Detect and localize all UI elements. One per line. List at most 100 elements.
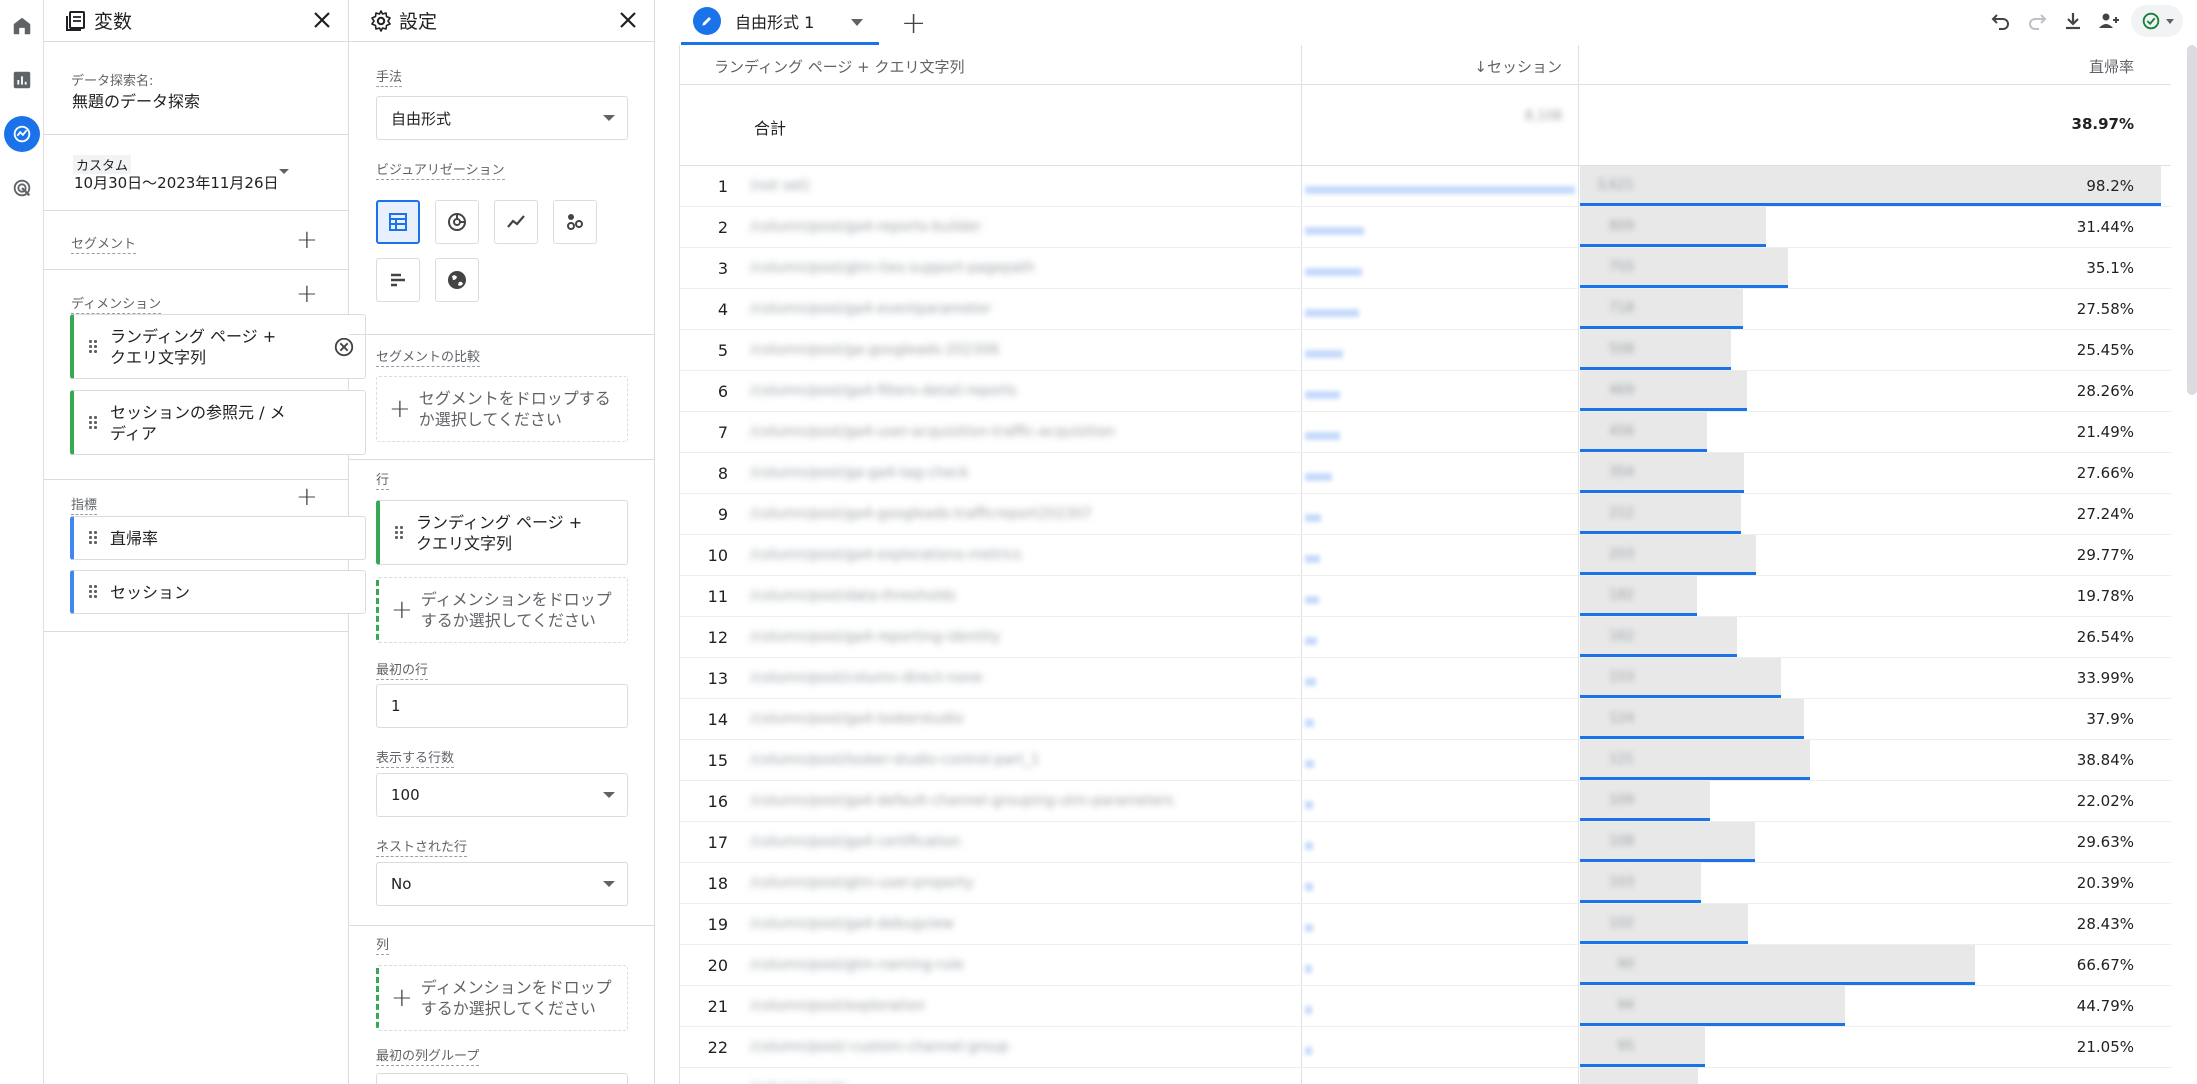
table-row[interactable]: 9/column/post/ga4-googleads-trafficrepor…: [680, 494, 2171, 535]
drag-handle-icon[interactable]: [88, 338, 98, 355]
explore-icon[interactable]: [4, 116, 40, 152]
table-row[interactable]: 21/column/post/exploration 94 44.79%: [680, 986, 2171, 1027]
geo-viz-button[interactable]: [435, 258, 479, 302]
table-row[interactable]: 7/column/post/ga4-user-acquisition-traff…: [680, 412, 2171, 453]
sessions-cell: 182: [1609, 588, 1634, 603]
table-row[interactable]: 8/column/post/ga-ga4-tag-check 354 27.66%: [680, 453, 2171, 494]
row-dimension-label: ランディング ページ + クエリ文字列: [416, 512, 583, 553]
table-icon: [389, 213, 407, 231]
sessions-bar: [1305, 514, 1322, 522]
row-number: 16: [707, 792, 728, 811]
table-row[interactable]: 13/column/post/column-direct-none 153 33.9…: [680, 658, 2171, 699]
table-row[interactable]: 6/column/post/ga4-filters-detail-reports…: [680, 371, 2171, 412]
date-range-section[interactable]: カスタム 10月30日～2023年11月26日: [44, 135, 348, 211]
table-row[interactable]: 10/column/post/ga4-explorations-metrics 2…: [680, 535, 2171, 576]
chevron-down-icon[interactable]: [851, 19, 863, 26]
table-row[interactable]: 16/column/post/ga4-default-channel-group…: [680, 781, 2171, 822]
bounce-column-header[interactable]: 直帰率: [2089, 56, 2134, 77]
table-row[interactable]: 22/column/post/-custom-channel-group 95 21…: [680, 1027, 2171, 1068]
download-icon[interactable]: [2055, 4, 2091, 38]
drag-handle-icon[interactable]: [88, 414, 98, 431]
check-status-icon[interactable]: [2131, 5, 2183, 37]
bounce-rate-cell: 28.43%: [2076, 915, 2134, 933]
bar-viz-button[interactable]: [376, 258, 420, 302]
scrollbar[interactable]: [2187, 45, 2197, 395]
close-icon[interactable]: [616, 8, 640, 32]
landing-page-cell: /column/post/looker-studio-control-part_…: [750, 752, 1040, 768]
bounce-rate-bar: [1580, 453, 1744, 493]
first-row-input[interactable]: 1: [376, 684, 628, 728]
table-row[interactable]: 3/column/post/gtm-ties-support-pagepath 7…: [680, 248, 2171, 289]
undo-icon[interactable]: [1983, 4, 2019, 38]
line-viz-button[interactable]: [494, 200, 538, 244]
date-range-value[interactable]: 10月30日～2023年11月26日: [74, 172, 279, 193]
table-row[interactable]: 19/column/post/ga4-debugview 102 28.43%: [680, 904, 2171, 945]
add-dimension-button[interactable]: +: [296, 281, 318, 307]
technique-select[interactable]: 自由形式: [376, 96, 628, 140]
globe-icon: [448, 271, 466, 289]
row-number: 14: [707, 710, 728, 729]
first-col-group-select[interactable]: [376, 1073, 628, 1084]
add-tab-button[interactable]: +: [901, 6, 926, 41]
bounce-rate-cell: 28.26%: [2076, 382, 2134, 400]
table-row[interactable]: 14/column/post/ga4-lookerstudio 124 37.9%: [680, 699, 2171, 740]
bounce-rate-bar: [1580, 371, 1748, 411]
nested-rows-label: ネストされた行: [376, 840, 468, 857]
sessions-cell: 108: [1609, 834, 1634, 849]
tab-label: 自由形式 1: [735, 13, 815, 32]
row-number: 18: [707, 874, 728, 893]
table-row[interactable]: 4/column/post/ga4-eventparameter 718 27.58…: [680, 289, 2171, 330]
row-number: 8: [717, 464, 728, 483]
table-row[interactable]: 11/column/post/data-thresholds 182 19.78%: [680, 576, 2171, 617]
dimension-chip-source-medium[interactable]: セッションの参照元 / メディア: [70, 390, 366, 455]
show-rows-value: 100: [391, 786, 420, 804]
dimension-column-header[interactable]: ランディング ページ + クエリ文字列: [714, 56, 965, 77]
sessions-column-header[interactable]: ↓セッション: [1474, 56, 1562, 77]
donut-viz-button[interactable]: [435, 200, 479, 244]
advertising-icon[interactable]: [4, 170, 40, 206]
gear-icon: [371, 9, 391, 32]
bounce-rate-bar: [1580, 207, 1767, 247]
table-row[interactable]: 5/column/post/ga-googleads-202306 508 25.4…: [680, 330, 2171, 371]
sessions-bar: [1305, 268, 1362, 276]
table-row[interactable]: 18/column/post/gtm-user-property 103 20.39…: [680, 863, 2171, 904]
segment-drop-zone[interactable]: + セグメントをドロップするか選択してください: [376, 376, 628, 442]
table-row[interactable]: 15/column/post/looker-studio-control-par…: [680, 740, 2171, 781]
tab-freeform-1[interactable]: 自由形式 1: [681, 0, 879, 45]
chevron-down-icon[interactable]: [279, 169, 289, 174]
table-row[interactable]: 2/column/post/ga4-reports-builder 809 31.4…: [680, 207, 2171, 248]
table-row[interactable]: /column/post/: [680, 1068, 2171, 1084]
row-dimension-chip[interactable]: ランディング ページ + クエリ文字列: [376, 500, 628, 565]
dimension-chip-landing-page[interactable]: ランディング ページ + クエリ文字列: [70, 314, 366, 379]
metric-chip-sessions[interactable]: セッション: [70, 570, 366, 614]
scatter-viz-button[interactable]: [553, 200, 597, 244]
landing-page-cell: /column/post/exploration: [750, 998, 926, 1014]
table-row[interactable]: 12/column/post/ga4-reporting-identity 162…: [680, 617, 2171, 658]
close-icon[interactable]: [310, 8, 334, 32]
show-rows-select[interactable]: 100: [376, 773, 628, 817]
variables-header: 変数: [44, 0, 348, 42]
row-number: 7: [717, 423, 728, 442]
nested-rows-select[interactable]: No: [376, 862, 628, 906]
drag-handle-icon[interactable]: [88, 530, 98, 546]
metric-chip-bounce-rate[interactable]: 直帰率: [70, 516, 366, 560]
add-metric-button[interactable]: +: [296, 484, 318, 510]
drag-handle-icon[interactable]: [394, 524, 404, 541]
add-icon: +: [389, 394, 411, 424]
table-row[interactable]: 17/column/post/ga4-certification 108 29.63…: [680, 822, 2171, 863]
bounce-rate-bar: [1580, 535, 1757, 575]
reports-icon[interactable]: [4, 62, 40, 98]
table-viz-button[interactable]: [376, 200, 420, 244]
rows-drop-zone[interactable]: + ディメンションをドロップするか選択してください: [376, 577, 628, 643]
add-segment-button[interactable]: +: [296, 227, 318, 253]
exploration-name-input[interactable]: 無題のデータ探索: [72, 88, 200, 112]
table-row[interactable]: 1 (not set) 3,621 98.2%: [680, 166, 2171, 207]
redo-icon[interactable]: [2019, 4, 2055, 38]
landing-page-cell: /column/post/: [750, 1080, 846, 1084]
table-row[interactable]: 20/column/post/gtm-naming-rule 90 66.67%: [680, 945, 2171, 986]
columns-drop-zone[interactable]: + ディメンションをドロップするか選択してください: [376, 965, 628, 1031]
share-icon[interactable]: [2091, 4, 2127, 38]
home-icon[interactable]: [4, 8, 40, 44]
drag-handle-icon[interactable]: [88, 584, 98, 600]
dimensions-section: ディメンション + ランディング ページ + クエリ文字列 セッションの参照元 …: [44, 270, 366, 480]
